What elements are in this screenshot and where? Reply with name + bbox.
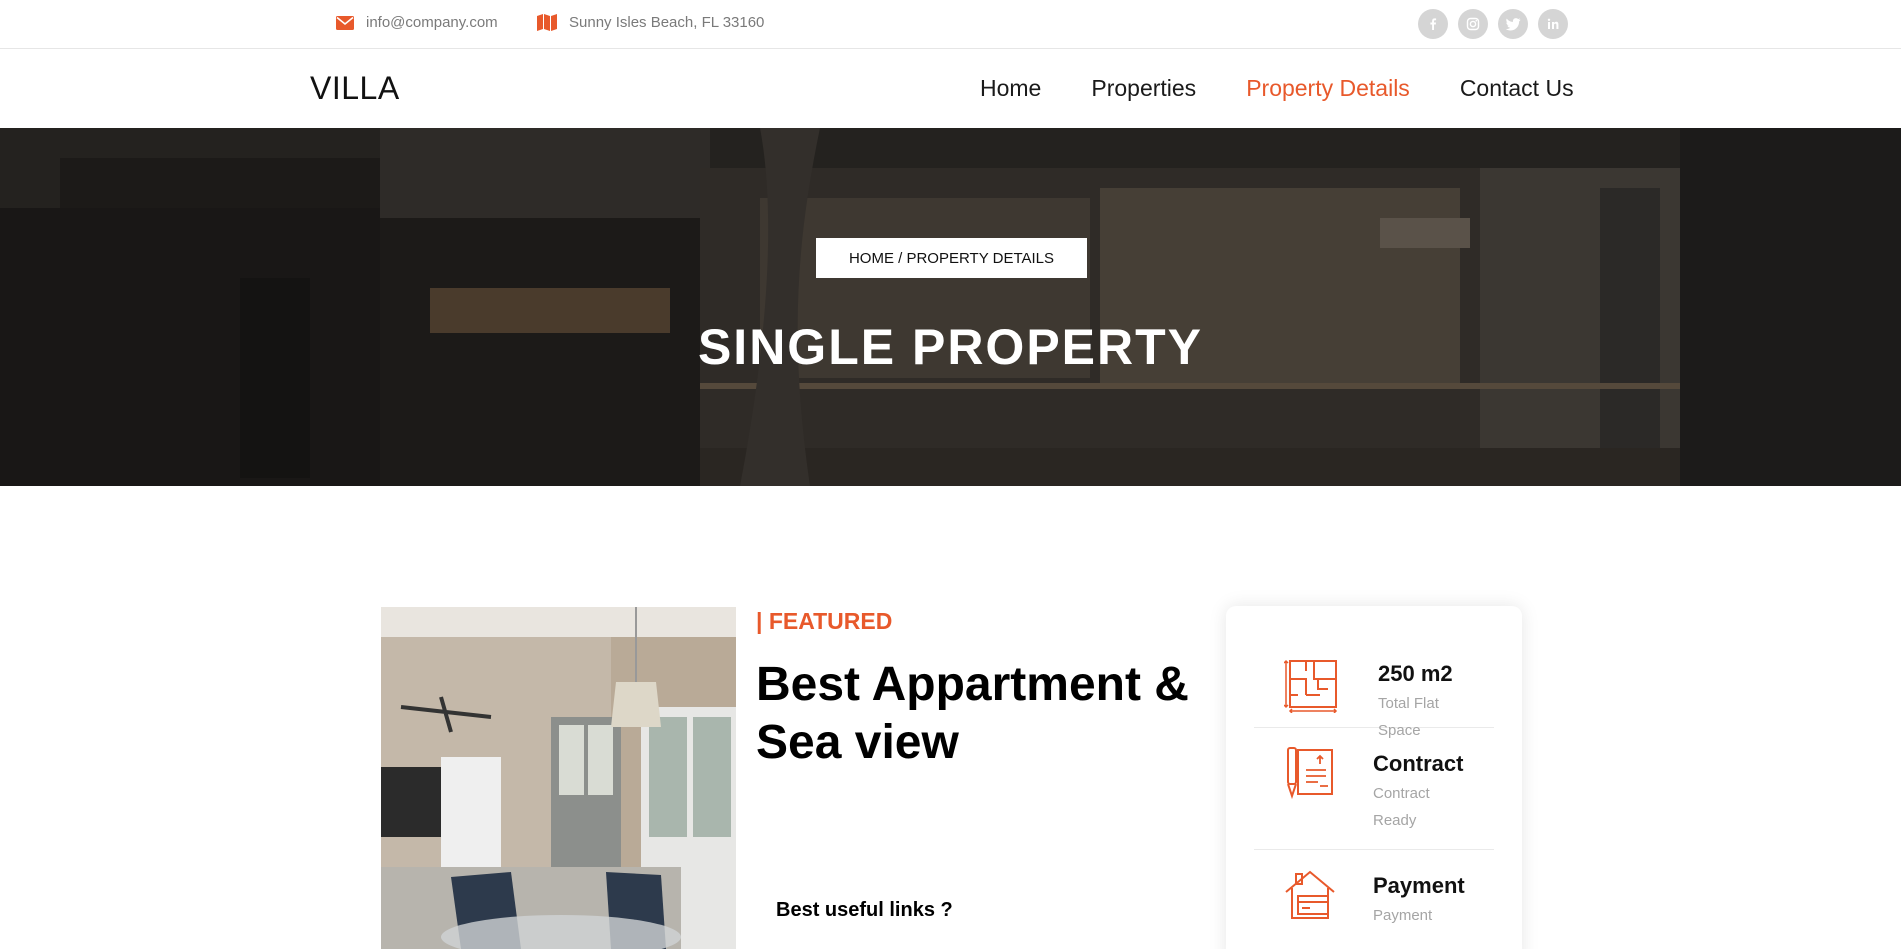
nav-home[interactable]: Home bbox=[980, 75, 1041, 102]
site-logo[interactable]: VILLA bbox=[310, 70, 400, 107]
main-header: VILLA Home Properties Property Details C… bbox=[0, 50, 1901, 128]
contract-label-line1: Contract bbox=[1373, 785, 1430, 802]
property-info-card: 250 m2 Total Flat Space Contract Contrac… bbox=[1226, 606, 1522, 949]
top-bar: info@company.com Sunny Isles Beach, FL 3… bbox=[0, 0, 1901, 49]
envelope-icon bbox=[336, 15, 354, 30]
area-label-line1: Total Flat bbox=[1378, 695, 1439, 712]
property-title: Best Appartment & Sea view bbox=[756, 658, 1189, 769]
contract-label-line2: Ready bbox=[1373, 812, 1417, 829]
nav-property-details[interactable]: Property Details bbox=[1246, 75, 1410, 102]
address-contact: Sunny Isles Beach, FL 33160 bbox=[537, 14, 764, 31]
payment-label-line1: Payment bbox=[1373, 907, 1433, 924]
facebook-icon[interactable] bbox=[1418, 9, 1448, 39]
page-title: SINGLE PROPERTY bbox=[697, 319, 1204, 375]
useful-links-heading: Best useful links ? bbox=[776, 899, 953, 921]
address-text: Sunny Isles Beach, FL 33160 bbox=[569, 14, 765, 31]
nav-contact-us[interactable]: Contact Us bbox=[1460, 75, 1574, 102]
payment-house-icon bbox=[1285, 870, 1335, 919]
linkedin-icon[interactable] bbox=[1538, 9, 1568, 39]
contract-icon bbox=[1287, 747, 1333, 800]
main-nav: Home Properties Property Details Contact… bbox=[980, 75, 1574, 102]
info-row-area: 250 m2 Total Flat Space bbox=[1254, 606, 1494, 739]
page-hero: HOME / PROPERTY DETAILS SINGLE PROPERTY bbox=[0, 128, 1901, 486]
instagram-icon[interactable] bbox=[1458, 9, 1488, 39]
floor-plan-icon bbox=[1284, 659, 1338, 713]
map-icon bbox=[537, 14, 557, 31]
social-links bbox=[1418, 9, 1568, 39]
twitter-icon[interactable] bbox=[1498, 9, 1528, 39]
dining-room-image bbox=[381, 607, 736, 949]
email-contact[interactable]: info@company.com bbox=[336, 14, 498, 31]
area-value: 250 m2 bbox=[1378, 661, 1453, 686]
nav-properties[interactable]: Properties bbox=[1091, 75, 1196, 102]
payment-value: Payment bbox=[1373, 873, 1465, 898]
featured-label: | FEATURED bbox=[756, 608, 893, 634]
hero-background-image bbox=[0, 128, 1901, 486]
info-row-payment: Payment Payment bbox=[1254, 850, 1494, 949]
property-photo bbox=[381, 607, 736, 949]
info-row-contract: Contract Contract Ready bbox=[1254, 728, 1494, 850]
email-text: info@company.com bbox=[366, 14, 498, 31]
contract-value: Contract bbox=[1373, 751, 1464, 776]
breadcrumb: HOME / PROPERTY DETAILS bbox=[816, 238, 1087, 278]
